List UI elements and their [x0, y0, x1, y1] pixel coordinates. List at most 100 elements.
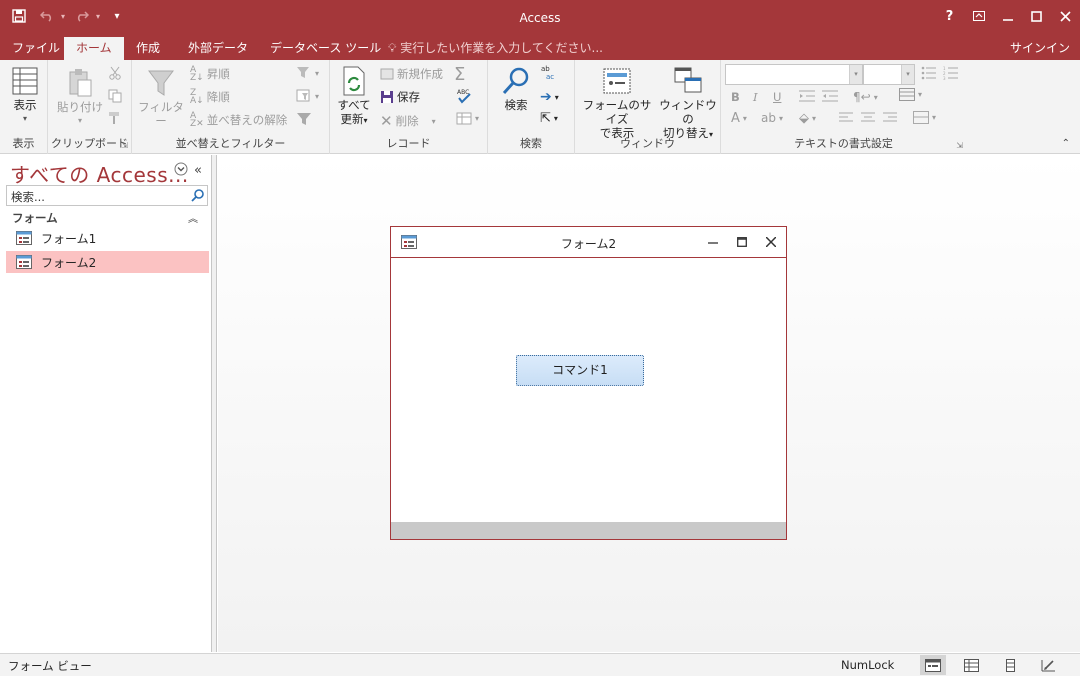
spelling-icon[interactable]: ABC — [456, 88, 472, 104]
sort-descending-button[interactable]: Z A↓ 降順 — [190, 88, 230, 106]
maximize-icon[interactable] — [1022, 0, 1051, 32]
underline-button[interactable]: U — [773, 90, 781, 104]
totals-icon[interactable]: Σ — [454, 64, 465, 85]
new-record-label: 新規作成 — [397, 67, 443, 81]
find-button[interactable]: 検索 — [498, 66, 534, 112]
tab-file[interactable]: ファイル — [4, 36, 68, 60]
alternate-row-color-icon[interactable]: ▾ — [913, 111, 936, 124]
font-size-combo[interactable]: ▾ — [863, 64, 915, 85]
design-view-icon[interactable] — [1035, 655, 1061, 675]
increase-indent-icon[interactable] — [799, 90, 815, 102]
font-name-combo[interactable]: ▾ — [725, 64, 863, 85]
view-button-label: 表示 — [13, 98, 37, 112]
nav-group-forms[interactable]: フォーム — [12, 210, 58, 226]
group-find: 検索 ab ac ➔ ▾ ⇱ ▾ 検索 — [488, 60, 575, 154]
delete-record-button[interactable]: ✕ 削除 ▾ — [380, 112, 436, 130]
datasheet-view-icon[interactable] — [958, 655, 984, 675]
sign-in-link[interactable]: サインイン — [1010, 36, 1070, 60]
svg-text:ab: ab — [541, 65, 550, 73]
shutter-bar-close-icon[interactable]: « — [194, 163, 202, 178]
tab-home[interactable]: ホーム — [64, 37, 124, 60]
group-clipboard-label: クリップボード — [51, 137, 128, 150]
cut-icon[interactable] — [108, 66, 122, 80]
sort-descending-icon: Z A↓ — [190, 88, 204, 106]
nav-pane-splitter[interactable] — [212, 155, 217, 652]
toggle-filter-icon[interactable] — [296, 112, 312, 126]
form-maximize-icon[interactable] — [733, 233, 751, 251]
font-size-dropdown-icon[interactable]: ▾ — [901, 65, 914, 84]
command1-button[interactable]: コマンド1 — [516, 355, 644, 386]
text-formatting-launcher-icon[interactable]: ⇲ — [956, 141, 963, 150]
tab-database-tools[interactable]: データベース ツール — [262, 36, 389, 60]
nav-group-collapse-icon[interactable]: ︽ — [188, 210, 198, 225]
paragraph-direction-icon[interactable]: ¶↩ ▾ — [853, 90, 878, 104]
view-button[interactable]: 表示 ▾ — [8, 66, 42, 126]
italic-button[interactable]: I — [753, 90, 758, 104]
nav-item-form2[interactable]: フォーム2 — [6, 251, 209, 273]
filter-button[interactable]: フィルター — [138, 68, 184, 128]
search-icon[interactable] — [191, 188, 205, 205]
gridlines-icon[interactable]: ▾ — [899, 88, 922, 101]
size-to-fit-form-button[interactable]: フォームのサイズ で表示 — [579, 66, 655, 140]
bullets-icon[interactable] — [921, 66, 937, 80]
collapse-ribbon-icon[interactable]: ⌃ — [1062, 138, 1070, 149]
align-right-icon[interactable] — [883, 112, 897, 123]
format-painter-icon[interactable] — [108, 111, 122, 125]
align-left-icon[interactable] — [839, 112, 853, 123]
window-controls: ? — [935, 0, 1080, 32]
new-record-icon — [380, 68, 394, 80]
advanced-filter-icon[interactable]: ▾ — [296, 89, 319, 103]
ribbon-display-options-icon[interactable] — [964, 0, 993, 32]
font-color-label: A — [731, 111, 740, 126]
decrease-indent-icon[interactable] — [822, 90, 838, 102]
tab-external-data[interactable]: 外部データ — [180, 36, 256, 60]
sort-ascending-button[interactable]: A Z↓ 昇順 — [190, 66, 230, 83]
nav-item-label: フォーム1 — [41, 231, 97, 246]
delete-record-label: 削除 — [395, 114, 419, 128]
status-bar: フォーム ビュー NumLock — [0, 653, 1080, 676]
selection-filter-icon[interactable]: ▾ — [296, 66, 319, 80]
font-color-button[interactable]: A ▾ — [731, 111, 747, 126]
paste-button[interactable]: 貼り付け ▾ — [56, 68, 104, 128]
form-view-icon[interactable] — [920, 655, 946, 675]
clear-sort-icon: A Z✕ — [190, 111, 204, 129]
app-title: Access — [519, 11, 561, 25]
goto-icon[interactable]: ➔ ▾ — [540, 89, 559, 105]
bold-button[interactable]: B — [731, 90, 740, 104]
clear-sort-button[interactable]: A Z✕ 並べ替えの解除 — [190, 111, 287, 129]
replace-icon[interactable]: ab ac — [540, 64, 558, 80]
tell-me-box[interactable]: 💡︎ 実行したい作業を入力してください... — [388, 36, 603, 60]
refresh-all-label-2: 更新 — [340, 112, 364, 126]
save-record-button[interactable]: 保存 — [380, 89, 420, 105]
nav-pane-header[interactable]: すべての Access... — [10, 159, 189, 188]
fill-color-icon[interactable]: ⬙ ▾ — [799, 111, 816, 126]
nav-item-form1[interactable]: フォーム1 — [6, 227, 209, 249]
more-records-icon[interactable]: ▾ — [456, 112, 479, 125]
close-icon[interactable] — [1051, 0, 1080, 32]
form-minimize-icon[interactable] — [704, 233, 722, 251]
help-button[interactable]: ? — [935, 0, 964, 32]
switch-windows-icon — [674, 67, 702, 93]
numbering-icon[interactable]: 123 — [943, 66, 959, 80]
minimize-icon[interactable] — [993, 0, 1022, 32]
form-close-icon[interactable] — [762, 233, 780, 251]
find-button-label: 検索 — [504, 98, 528, 112]
form-icon — [16, 255, 32, 269]
copy-icon[interactable] — [108, 89, 122, 103]
layout-view-icon[interactable] — [997, 655, 1023, 675]
font-name-dropdown-icon[interactable]: ▾ — [849, 65, 862, 84]
nav-search-box[interactable]: 検索... — [6, 185, 208, 206]
nav-pane-menu-icon[interactable] — [174, 162, 188, 179]
paste-icon — [69, 69, 92, 97]
select-icon[interactable]: ⇱ ▾ — [540, 111, 558, 126]
clipboard-launcher-icon[interactable]: ⇲ — [121, 141, 128, 150]
refresh-all-button[interactable]: すべて 更新▾ — [336, 66, 372, 128]
form-icon — [16, 231, 32, 245]
align-center-icon[interactable] — [861, 112, 875, 123]
highlight-icon[interactable]: ab ▾ — [761, 111, 783, 125]
form-window-title-bar[interactable]: フォーム2 — [391, 227, 786, 258]
switch-windows-button[interactable]: ウィンドウの 切り替え▾ — [657, 66, 719, 142]
new-record-button[interactable]: 新規作成 — [380, 66, 443, 82]
svg-text:3: 3 — [943, 76, 946, 80]
tab-create[interactable]: 作成 — [128, 36, 168, 60]
